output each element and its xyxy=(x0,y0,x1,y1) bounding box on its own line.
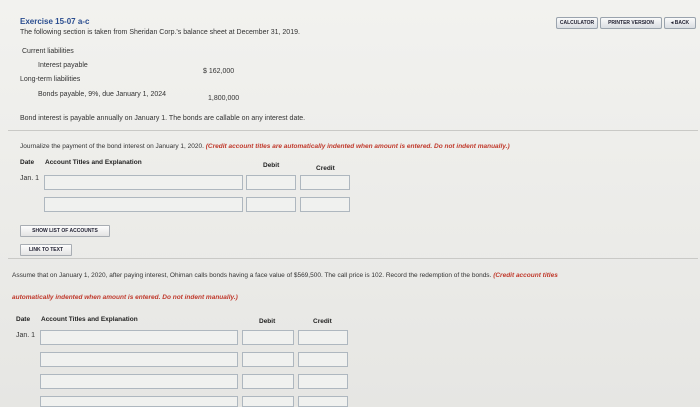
part-a-credit-input-2[interactable] xyxy=(300,197,350,212)
part-b-col-credit: Credit xyxy=(313,318,332,325)
bonds-payable-label: Bonds payable, 9%, due January 1, 2024 xyxy=(38,91,167,98)
part-a-instructions: Journalize the payment of the bond inter… xyxy=(20,143,510,150)
part-b-debit-input-3[interactable] xyxy=(242,374,294,389)
part-a-col-date: Date xyxy=(20,159,35,166)
current-liabilities-label: Current liabilities xyxy=(22,48,74,55)
part-b-instruction-text: Assume that on January 1, 2020, after pa… xyxy=(12,272,492,279)
part-a-row-date: Jan. 1 xyxy=(20,175,40,182)
printer-version-button[interactable]: PRINTER VERSION xyxy=(600,17,662,29)
part-b-account-input-1[interactable] xyxy=(40,330,238,345)
part-b-credit-input-4[interactable] xyxy=(298,396,348,407)
part-b-col-date: Date xyxy=(16,316,31,323)
part-b-credit-input-2[interactable] xyxy=(298,352,348,367)
part-a-col-account: Account Titles and Explanation xyxy=(45,159,142,166)
part-b-credit-input-3[interactable] xyxy=(298,374,348,389)
show-list-of-accounts-button[interactable]: SHOW LIST OF ACCOUNTS xyxy=(20,225,110,237)
section-divider-2 xyxy=(8,258,698,259)
part-a-credit-input[interactable] xyxy=(300,175,350,190)
part-b-account-input-3[interactable] xyxy=(40,374,238,389)
part-a-debit-input[interactable] xyxy=(246,175,296,190)
interest-payable-label: Interest payable xyxy=(38,62,88,69)
part-b-debit-input-4[interactable] xyxy=(242,396,294,407)
part-b-col-account: Account Titles and Explanation xyxy=(41,316,138,323)
exercise-title: Exercise 15-07 a-c xyxy=(20,17,90,26)
part-b-instruction-note-2: automatically indented when amount is en… xyxy=(12,294,238,301)
interest-note: Bond interest is payable annually on Jan… xyxy=(20,115,306,122)
part-b-credit-input-1[interactable] xyxy=(298,330,348,345)
part-a-col-debit: Debit xyxy=(263,162,280,169)
part-b-row-date: Jan. 1 xyxy=(16,332,36,339)
long-term-liabilities-label: Long-term liabilities xyxy=(20,76,81,83)
bonds-payable-value: 1,800,000 xyxy=(208,95,240,102)
link-to-text-button[interactable]: LINK TO TEXT xyxy=(20,244,72,256)
part-a-instruction-text: Journalize the payment of the bond inter… xyxy=(20,143,204,150)
part-a-account-input[interactable] xyxy=(44,175,243,190)
intro-text: The following section is taken from Sher… xyxy=(20,29,300,36)
part-b-debit-input-1[interactable] xyxy=(242,330,294,345)
back-button[interactable]: ◂ BACK xyxy=(664,17,696,29)
part-b-account-input-2[interactable] xyxy=(40,352,238,367)
calculator-button[interactable]: CALCULATOR xyxy=(556,17,598,29)
part-a-col-credit: Credit xyxy=(316,165,335,172)
part-a-debit-input-2[interactable] xyxy=(246,197,296,212)
part-a-account-input-2[interactable] xyxy=(44,197,243,212)
part-b-account-input-4[interactable] xyxy=(40,396,238,407)
part-b-instruction-note: (Credit account titles xyxy=(493,272,558,279)
part-b-col-debit: Debit xyxy=(259,318,276,325)
part-a-instruction-note: (Credit account titles are automatically… xyxy=(205,143,510,150)
part-b-instructions: Assume that on January 1, 2020, after pa… xyxy=(12,272,558,279)
interest-payable-value: $ 162,000 xyxy=(203,68,235,75)
part-b-debit-input-2[interactable] xyxy=(242,352,294,367)
section-divider xyxy=(8,130,698,131)
